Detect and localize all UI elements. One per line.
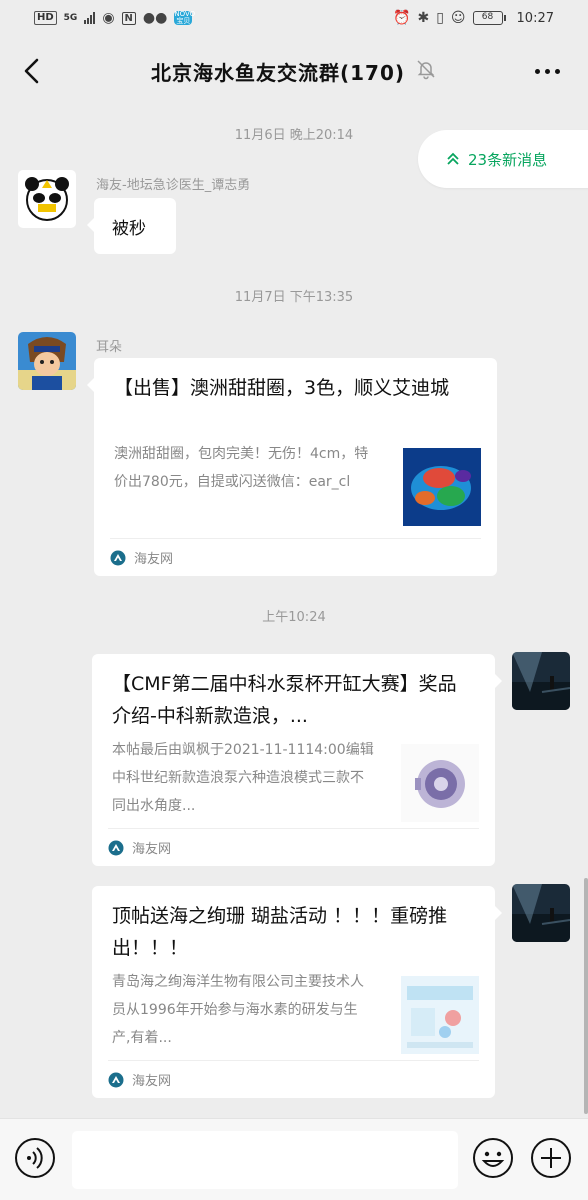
- card-title: 【出售】澳洲甜甜圈，3色，顺义艾迪城: [114, 377, 450, 399]
- card-source: 海友网: [108, 838, 171, 857]
- signal-icon: [84, 12, 96, 24]
- chat-header: 北京海水鱼友交流群(170): [0, 36, 588, 106]
- status-bar-left: HD 5G ◉ N ●● NOVO 宝贝: [34, 10, 196, 26]
- source-logo-icon: [110, 550, 126, 566]
- link-card[interactable]: 顶帖送海之绚珊 瑚盐活动 ！！！重磅推出！！！ 青岛海之绚海洋生物有限公司主要技…: [92, 886, 502, 1098]
- back-button[interactable]: [14, 53, 50, 89]
- chat-title: 北京海水鱼友交流群(170): [150, 60, 406, 85]
- battery-icon: 68: [472, 11, 506, 25]
- app-badge-icon: NOVO 宝贝: [174, 10, 196, 25]
- emoji-button[interactable]: [472, 1137, 514, 1179]
- card-thumbnail: [403, 448, 481, 526]
- title-wrap: 北京海水鱼友交流群(170): [151, 57, 437, 86]
- avatar[interactable]: [18, 170, 76, 228]
- scrollbar[interactable]: [584, 878, 588, 1114]
- source-logo-icon: [108, 840, 124, 856]
- wechat-icon: ●●: [142, 10, 168, 26]
- bluetooth-icon: ✱: [417, 10, 430, 26]
- card-thumbnail: [401, 976, 479, 1054]
- card-description: 青岛海之绚海洋生物有限公司主要技术人员从1996年开始参与海水素的研发与生产,有…: [112, 974, 364, 1046]
- avatar[interactable]: [512, 652, 570, 710]
- message-bubble[interactable]: 被秒: [87, 198, 176, 254]
- more-actions-button[interactable]: [530, 1137, 572, 1179]
- avatar[interactable]: [512, 884, 570, 942]
- eye-icon: ◉: [102, 10, 115, 26]
- card-title: 顶帖送海之绚珊 瑚盐活动 ！！！重磅推出！！！: [112, 905, 448, 959]
- source-name: 海友网: [134, 552, 174, 567]
- back-arrow-icon: [24, 58, 39, 84]
- card-description: 本帖最后由飒枫于2021-11-1114:00编辑中科世纪新款造浪泵六种造浪模式…: [112, 742, 374, 814]
- hd-indicator: HD: [34, 11, 57, 25]
- more-button[interactable]: [530, 58, 564, 84]
- mute-bell-icon: [415, 58, 437, 84]
- card-divider: [110, 538, 481, 539]
- more-icon: [534, 68, 540, 74]
- card-description: 澳洲甜甜圈，包肉完美！无伤！4cm，特价出780元，自提或闪送微信：ear_cl: [114, 446, 369, 490]
- link-card[interactable]: 【CMF第二届中科水泵杯开缸大赛】奖品介绍-中科新款造浪，... 本帖最后由飒枫…: [92, 654, 502, 866]
- source-logo-icon: [108, 1072, 124, 1088]
- card-thumbnail: [401, 744, 479, 822]
- link-card[interactable]: 【出售】澳洲甜甜圈，3色，顺义艾迪城 澳洲甜甜圈，包肉完美！无伤！4cm，特价出…: [87, 358, 497, 576]
- sender-name: 海友-地坛急诊医生_谭志勇: [96, 178, 251, 193]
- source-name: 海友网: [132, 1074, 172, 1089]
- wifi-icon: ☺: [450, 10, 466, 26]
- message-text: 被秒: [112, 218, 146, 239]
- plus-icon: [531, 1138, 571, 1178]
- voice-button[interactable]: [14, 1137, 56, 1179]
- input-bar: [0, 1118, 588, 1200]
- emoji-icon: [473, 1138, 513, 1178]
- message-input[interactable]: [72, 1131, 458, 1189]
- alarm-icon: ⏰: [393, 10, 411, 26]
- battery-level: 68: [472, 11, 503, 25]
- card-source: 海友网: [108, 1070, 171, 1089]
- nfc-icon: N: [121, 11, 136, 25]
- source-name: 海友网: [132, 842, 172, 857]
- new-messages-label: 23条新消息: [468, 150, 548, 169]
- double-chevron-up-icon: [447, 152, 459, 165]
- avatar[interactable]: [18, 332, 76, 390]
- network-indicator: 5G: [63, 12, 78, 23]
- card-source: 海友网: [110, 548, 173, 567]
- vibrate-icon: ▯: [436, 10, 444, 26]
- timestamp: 11月7日 下午13:35: [234, 290, 354, 305]
- status-bar: HD 5G ◉ N ●● NOVO 宝贝 ⏰ ✱ ▯ ☺ 68 10:27: [0, 0, 588, 36]
- clock: 10:27: [516, 10, 554, 26]
- status-bar-right: ⏰ ✱ ▯ ☺ 68 10:27: [393, 10, 554, 26]
- card-divider: [108, 828, 479, 829]
- timestamp: 11月6日 晚上20:14: [234, 128, 354, 143]
- voice-icon: [15, 1138, 55, 1178]
- sender-name: 耳朵: [96, 340, 123, 355]
- timestamp: 上午10:24: [262, 610, 326, 625]
- card-title: 【CMF第二届中科水泵杯开缸大赛】奖品介绍-中科新款造浪，...: [112, 673, 457, 727]
- card-divider: [108, 1060, 479, 1061]
